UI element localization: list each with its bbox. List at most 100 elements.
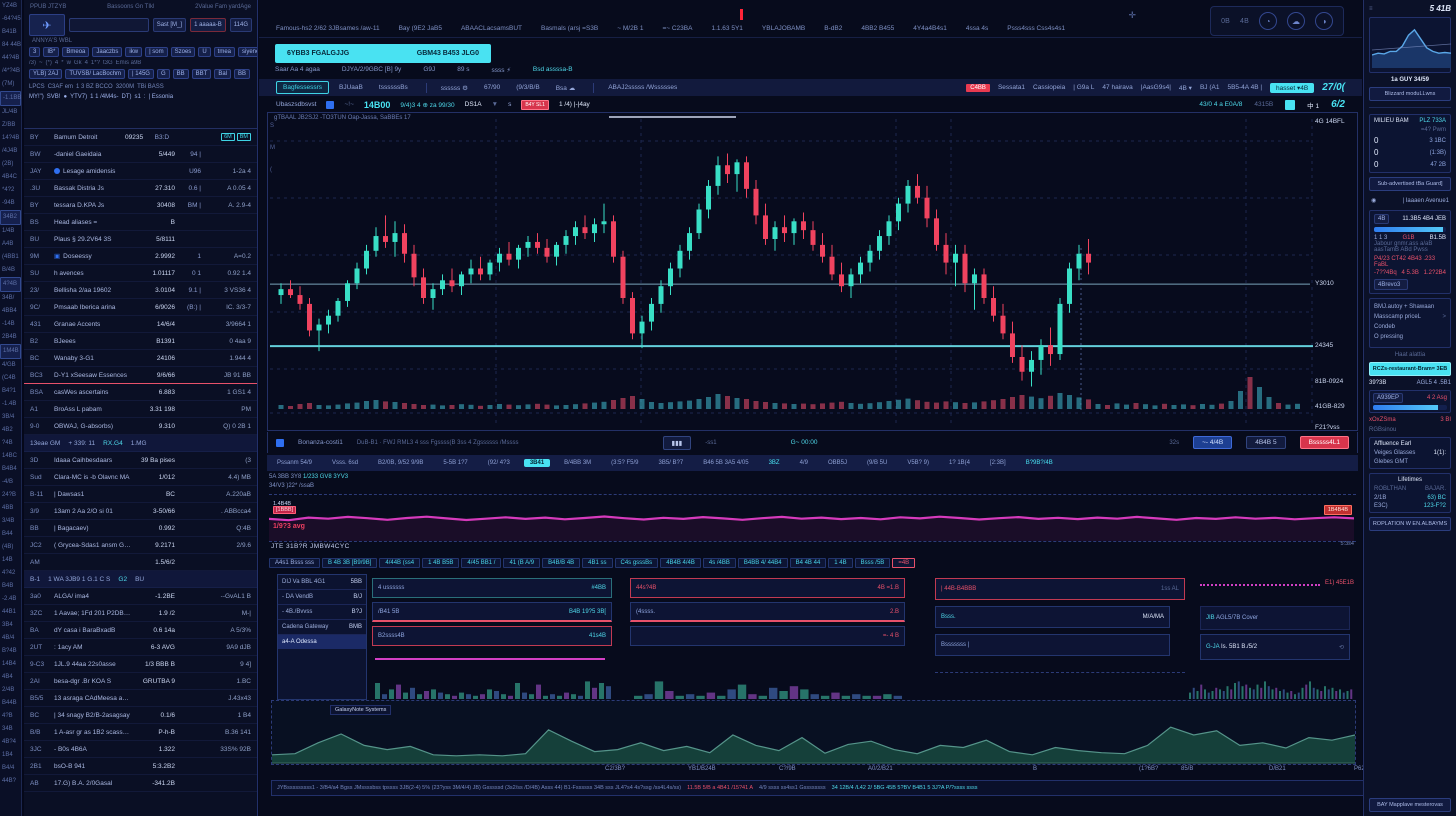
table-row[interactable]: 2AIbesa-dgr .Br KOA SGRUTBA 91.BC [24,673,257,690]
table-row[interactable]: BW-daniel Gaeidaia5/44994 | [24,146,257,163]
group-chip[interactable]: | 145G [128,69,154,79]
icon-cell[interactable]: t3G [103,60,113,66]
time-axis-cell[interactable]: V5B? 9) [897,460,939,466]
table-row[interactable]: B2BJeeesB13910 4aa 9 [24,333,257,350]
mini-ticker-item[interactable]: 1M4B [0,344,21,359]
account-label[interactable]: | Iaaaen Avenue1 [1403,198,1450,204]
mini-ticker-item[interactable]: 84 44B [0,39,21,52]
column-header[interactable]: 3200M [116,84,134,90]
layout-icon[interactable]: 0B [1221,18,1230,25]
group-chip[interactable]: YLB) 2AJ [29,69,62,79]
bottom-tab-cell[interactable]: =4B [892,558,915,568]
grid-cell[interactable]: Bsss.M/A/MA [935,606,1170,628]
menu-icon[interactable]: ≡ [1369,6,1373,12]
mini-ticker-item[interactable]: /4*?4B [0,65,21,78]
menu-item[interactable]: B-dB2 [824,25,842,32]
mini-ticker-item[interactable]: 2/4B [0,684,21,697]
table-row[interactable]: BSAcasWes ascertains6.8831 GS1 4 [24,384,257,401]
sell-order-button[interactable]: Bsssss4L1 [1300,436,1349,449]
candlestick-chart[interactable]: gTBAAL JB2SJ2 -TO3TUN Oap-Jassa, SaBBEs … [267,112,1358,431]
time-axis-cell[interactable]: 5-5B 1?7 [433,460,477,466]
menu-item[interactable]: =~ C23BA [662,25,692,32]
mini-ticker-item[interactable]: 4B/4 [0,632,21,645]
refresh-icon[interactable]: ⟲ [1339,644,1344,651]
bottom-tab-cell[interactable]: B4 4B 44 [790,558,827,568]
table-row[interactable]: SudClara-MC is -b Olavnc MA1/0124.4) MB [24,469,257,486]
group-chip[interactable]: Bal [214,69,231,79]
settings-row[interactable]: O pressing [1374,334,1446,340]
table-row[interactable]: BSHead aliases =B [24,214,257,231]
mini-ticker-item[interactable]: B44B [0,697,21,710]
mini-ticker-item[interactable]: 14B [0,554,21,567]
filter-chip[interactable]: | som [145,47,168,57]
table-row[interactable]: JC2( Grycea-Sdas1 ansm Grad9.21712/9.6 [24,537,257,554]
mini-ticker-item[interactable]: 4BB [0,502,21,515]
filter-chip[interactable]: U [198,47,210,57]
tab-control[interactable]: Sessata1 [998,84,1025,91]
mini-ticker-item[interactable]: Z/BB [0,119,21,132]
cloud-icon[interactable]: ☁ [1287,12,1305,30]
icon-cell[interactable]: /3) [29,60,36,66]
mini-ticker-item[interactable]: 44?4B [0,52,21,65]
filter-chip[interactable]: Szoes [171,47,196,57]
time-axis-cell[interactable]: 4/9 [790,460,818,466]
filter-chip[interactable]: siyene [238,47,257,57]
time-axis-cell[interactable]: 3B41 [524,459,550,467]
bottom-tab-cell[interactable]: 4s /4BB [703,558,736,568]
bottom-tab-cell[interactable]: B 4B 3B [B9/9B] [322,558,377,568]
mini-ticker-item[interactable]: -4/B [0,476,21,489]
mini-ticker-item[interactable]: 24?B [0,489,21,502]
table-row[interactable]: A1BroAss L pabam3.31 198PM [24,401,257,418]
table-row[interactable]: 3ZC1 Aavae; 1Fd 201 P2DBAB1.9 /2M-| [24,605,257,622]
time-axis-cell[interactable]: Pssanm 54/9 [267,460,322,466]
mini-ticker-item[interactable]: 4B2 [0,424,21,437]
list-item[interactable]: Cadena GatewayBMB [278,620,366,635]
mini-ticker-item[interactable]: *4?2 [0,184,21,197]
menu-item[interactable]: ~ M/2B 1 [617,25,643,32]
icon-cell[interactable]: 1*? [91,60,100,66]
depth-chart-panel[interactable]: GalaxyNote Systems [271,700,1356,765]
table-row[interactable]: BYtessara D.KPA Js30408BM |A. 2.9-4 [24,197,257,214]
table-row[interactable]: 3a0ALGA/ ima4-1.2BE--GvAL1 B [24,588,257,605]
neutral-order-button[interactable]: 4B4B 5 [1246,436,1285,449]
mini-ticker-item[interactable]: 4B4C [0,171,21,184]
table-row[interactable]: BCWanaby 3-G1241061.944 4 [24,350,257,367]
table-row[interactable]: BAdY casa i BaraBxadB0.6 14aA 5/3% [24,622,257,639]
mode-chip[interactable]: Sast [M_] [153,18,186,32]
list-item[interactable]: - DA VendBB/J [278,590,366,605]
mini-ticker-item[interactable]: B4?1 [0,385,21,398]
alert-chip[interactable]: 1 aaaaa-B [190,18,226,32]
filter-cell[interactable]: SVB! [47,94,61,100]
settings-row[interactable]: Condeb [1374,324,1446,330]
mini-ticker-item[interactable]: 4?B [0,710,21,723]
menu-item[interactable]: Famous-hs2 2/62 3JBsames /aw-11 [276,25,380,32]
mini-ticker-item[interactable]: YZ4B [0,0,21,13]
filter-chip[interactable]: tmea [214,47,235,57]
menu-item[interactable]: 1.1.63 5Y1 [711,25,742,32]
mini-ticker-item[interactable]: -1.1BB [0,91,21,106]
tab-control[interactable]: 5B5-4A 4B | [1227,84,1262,91]
tab-item[interactable]: 67/90 [478,82,506,93]
grid-cell[interactable]: B2ssss4B41s4B [372,626,612,646]
mini-ticker-item[interactable]: B?4B [0,645,21,658]
grid-cell[interactable]: G-JA Is. 5B1 B./5/2 ⟲ [1200,634,1350,660]
mini-chart-panel[interactable] [1369,17,1451,73]
mini-ticker-item[interactable]: JL/4B [0,106,21,119]
tab-control[interactable]: 4B ▾ [1179,84,1192,92]
table-row[interactable]: B/B1 A-asr gr as 1B2 scasssarsyP-h-BB.36… [24,724,257,741]
mini-ticker-item[interactable]: 34B/ [0,292,21,305]
mini-ticker-item[interactable]: 14?4B [0,132,21,145]
mini-ticker-item[interactable]: (C4B [0,372,21,385]
modules-button[interactable]: Blizzard moduLLwns [1369,87,1451,101]
tab-item[interactable]: Bagfessessrs [276,81,329,94]
table-row[interactable]: 23/Bellisha 2/aa 196023.01049.1 |3 VS36 … [24,282,257,299]
time-axis-cell[interactable]: (92/ 4?3 [478,460,520,466]
mini-ticker-item[interactable]: 4B4 [0,671,21,684]
indicator-icon[interactable] [276,439,284,447]
time-axis-cell[interactable]: 3B5/ B?7 [649,460,694,466]
menu-item[interactable]: 4BB2 B455 [861,25,894,32]
icon-cell[interactable]: (*) [46,60,52,66]
icon-cell[interactable]: Emis a9B [116,60,142,66]
mini-ticker-item[interactable]: B4/4 [0,762,21,775]
mini-ticker-item[interactable]: -14B [0,318,21,331]
